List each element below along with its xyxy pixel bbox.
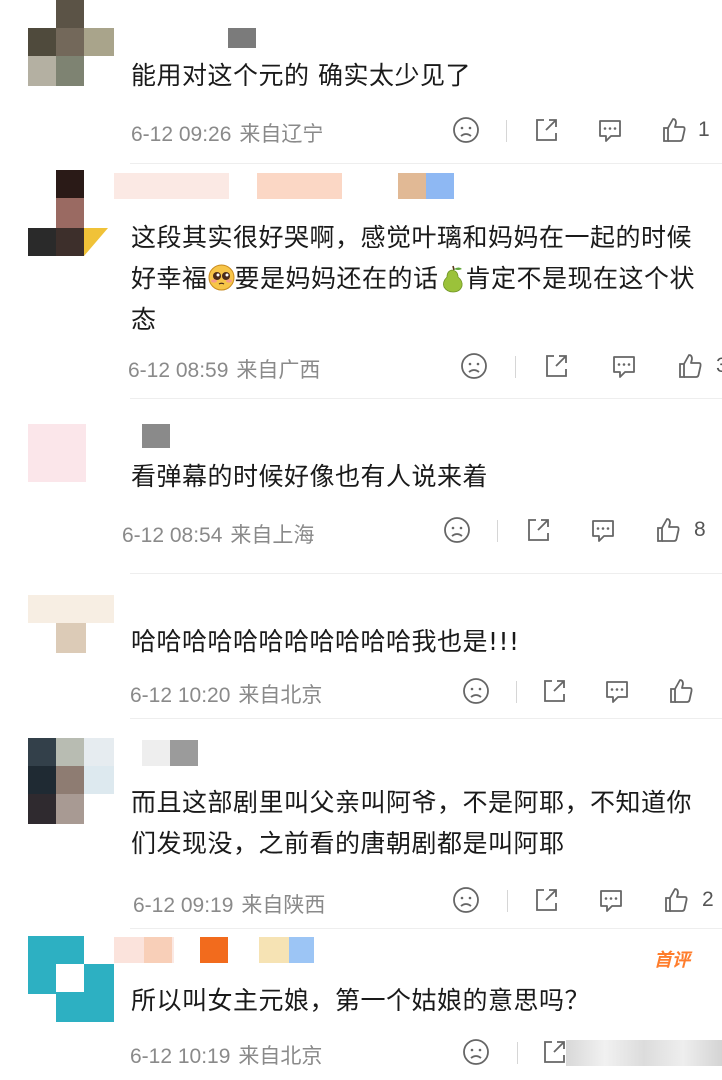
first-comment-badge: 首评: [654, 950, 690, 971]
comment-text: 这段其实很好哭啊，感觉叶璃和妈妈在一起的时候好幸福 要是妈妈还在的话 肯定不是现在这…: [131, 217, 703, 340]
comment-date: 6-12 10:20: [130, 684, 231, 707]
comment-location: 来自北京: [238, 1045, 323, 1068]
comment-meta: 6-12 09:19 来自陕西: [133, 889, 325, 919]
comment-date: 6-12 10:19: [130, 1045, 231, 1068]
watermark: [566, 1040, 722, 1066]
share-icon[interactable]: [532, 116, 560, 146]
thumbs-up-icon[interactable]: [676, 352, 704, 382]
dislike-icon[interactable]: [460, 352, 488, 382]
avatar[interactable]: [28, 936, 114, 1022]
comment-actions: 2: [452, 886, 722, 916]
pear-emoji: [439, 263, 466, 293]
share-icon[interactable]: [532, 886, 560, 916]
comment-date: 6-12 08:54: [122, 524, 223, 547]
comment-item: 看弹幕的时候好像也有人说来着 6-12 08:54 来自上海 8: [0, 400, 722, 575]
username-badge: [144, 937, 172, 963]
like-count: 2: [702, 888, 714, 911]
like-count: 8: [694, 518, 706, 541]
avatar[interactable]: [28, 0, 114, 86]
username[interactable]: [114, 173, 454, 199]
comment-location: 来自北京: [238, 684, 323, 707]
comment-actions: 3: [460, 352, 722, 382]
comment-item: 而且这部剧里叫父亲叫阿爷，不是阿耶，不知道你们发现没，之前看的唐朝剧都是叫阿耶 …: [0, 720, 722, 930]
comment-item: 能用对这个元的 确实太少见了 6-12 09:26 来自辽宁 1: [0, 0, 722, 165]
comment-text: 哈哈哈哈哈哈哈哈哈哈哈我也是!!!: [131, 627, 520, 656]
divider: [516, 681, 517, 703]
dislike-icon[interactable]: [462, 677, 490, 707]
divider: [130, 718, 722, 719]
username[interactable]: [142, 424, 172, 450]
divider: [507, 890, 508, 912]
divider: [517, 1042, 518, 1064]
dislike-icon[interactable]: [443, 516, 471, 546]
divider: [130, 163, 722, 164]
comment-date: 6-12 08:59: [128, 359, 229, 382]
comment-meta: 6-12 08:59 来自广西: [128, 354, 320, 384]
comment-item: 首评 所以叫女主元娘，第一个姑娘的意思吗？ 6-12 10:19 来自北京: [0, 930, 722, 1080]
share-icon[interactable]: [540, 677, 568, 707]
thumbs-up-icon[interactable]: [667, 677, 695, 707]
divider: [506, 120, 507, 142]
thumbs-up-icon[interactable]: [662, 886, 690, 916]
comment-actions: [462, 677, 722, 707]
comment-meta: 6-12 08:54 来自上海: [122, 519, 314, 549]
like-count: 3: [716, 354, 722, 377]
comment-bubble-icon[interactable]: [596, 116, 624, 146]
comment-meta: 6-12 10:20 来自北京: [130, 679, 322, 709]
comment-bubble-icon[interactable]: [610, 352, 638, 382]
comment-actions: 1: [450, 116, 722, 146]
divider: [130, 928, 722, 929]
username-badge: [200, 937, 230, 963]
comment-meta: 6-12 09:26 来自辽宁: [131, 118, 323, 148]
avatar[interactable]: [28, 738, 114, 824]
avatar[interactable]: [28, 595, 114, 681]
comment-text: 能用对这个元的 确实太少见了: [131, 61, 471, 90]
comment-date: 6-12 09:19: [133, 894, 234, 917]
dislike-icon[interactable]: [462, 1038, 490, 1068]
comment-text: 而且这部剧里叫父亲叫阿爷，不是阿耶，不知道你们发现没，之前看的唐朝剧都是叫阿耶: [131, 788, 693, 858]
share-icon[interactable]: [524, 516, 552, 546]
divider: [130, 398, 722, 399]
comment-location: 来自广西: [236, 359, 321, 382]
comment-bubble-icon[interactable]: [597, 886, 625, 916]
comment-date: 6-12 09:26: [131, 123, 232, 146]
comment-text: 看弹幕的时候好像也有人说来着: [131, 462, 489, 491]
pleading-face-emoji: [208, 262, 235, 291]
divider: [515, 356, 516, 378]
share-icon[interactable]: [542, 352, 570, 382]
comment-text: 所以叫女主元娘，第一个姑娘的意思吗？: [131, 986, 591, 1015]
comment-bubble-icon[interactable]: [603, 677, 631, 707]
thumbs-up-icon[interactable]: [654, 516, 682, 546]
comment-location: 来自辽宁: [239, 123, 324, 146]
thumbs-up-icon[interactable]: [660, 116, 688, 146]
comment-item: 哈哈哈哈哈哈哈哈哈哈哈我也是!!! 6-12 10:20 来自北京: [0, 575, 722, 720]
share-icon[interactable]: [540, 1038, 568, 1068]
dislike-icon[interactable]: [452, 116, 480, 146]
avatar[interactable]: [28, 170, 114, 256]
divider: [130, 573, 722, 574]
comment-location: 来自陕西: [241, 894, 326, 917]
username[interactable]: [228, 28, 258, 54]
avatar[interactable]: [28, 424, 114, 510]
comment-bubble-icon[interactable]: [589, 516, 617, 546]
like-count: 1: [698, 118, 710, 141]
comment-actions: 8: [443, 516, 715, 546]
comment-location: 来自上海: [230, 524, 315, 547]
username[interactable]: [142, 740, 202, 766]
divider: [497, 520, 498, 542]
comment-meta: 6-12 10:19 来自北京: [130, 1040, 322, 1070]
dislike-icon[interactable]: [452, 886, 480, 916]
comment-actions: [462, 1038, 722, 1068]
comment-text-part: 要是妈妈还在的话: [234, 264, 439, 293]
comment-item: 这段其实很好哭啊，感觉叶璃和妈妈在一起的时候好幸福 要是妈妈还在的话 肯定不是现在这…: [0, 165, 722, 400]
